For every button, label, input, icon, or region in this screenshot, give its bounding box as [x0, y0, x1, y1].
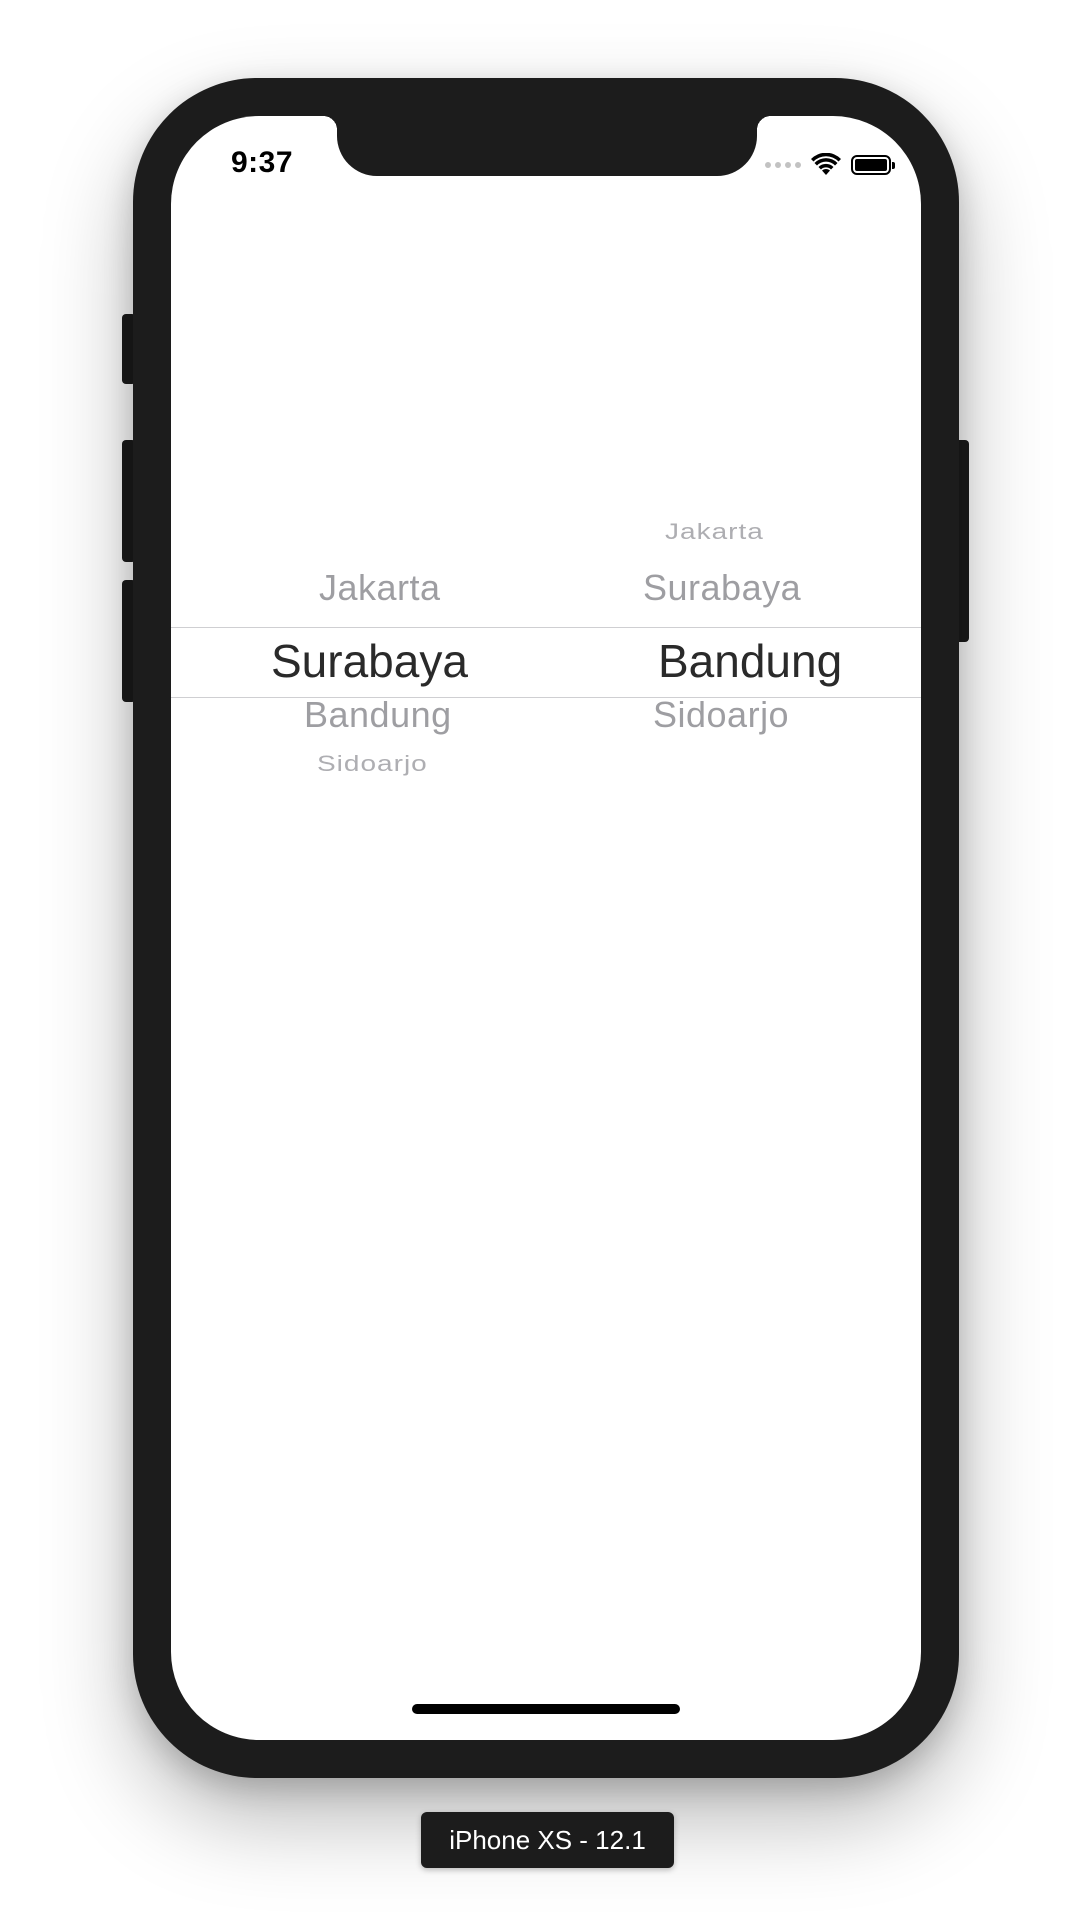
device-screen: 9:37 Jakarta Surabaya Bandung Sidoarjo J…	[171, 116, 921, 1740]
picker-row[interactable]: Surabaya	[643, 567, 801, 609]
city-picker[interactable]: Jakarta Surabaya Bandung Sidoarjo Jakart…	[171, 516, 921, 816]
cellular-signal-icon	[765, 162, 801, 168]
picker-row[interactable]: Jakarta	[319, 567, 441, 609]
picker-row-selected[interactable]: Bandung	[658, 634, 842, 688]
picker-row[interactable]: Sidoarjo	[653, 694, 789, 736]
home-indicator[interactable]	[412, 1704, 680, 1714]
picker-row[interactable]: Sidoarjo	[317, 751, 428, 777]
picker-row[interactable]: Bandung	[304, 694, 452, 736]
notch	[323, 116, 771, 176]
picker-row[interactable]: Jakarta	[665, 519, 764, 545]
picker-column-left[interactable]: Jakarta Surabaya Bandung Sidoarjo	[171, 516, 546, 816]
picker-row-selected[interactable]: Surabaya	[271, 634, 468, 688]
battery-icon	[851, 155, 895, 175]
picker-column-right[interactable]: Jakarta Surabaya Bandung Sidoarjo	[546, 516, 921, 816]
status-icons	[765, 152, 895, 178]
status-time: 9:37	[231, 146, 294, 179]
wifi-icon	[811, 153, 841, 177]
simulator-stage: 9:37 Jakarta Surabaya Bandung Sidoarjo J…	[0, 0, 1090, 1928]
simulator-device-label: iPhone XS - 12.1	[421, 1812, 674, 1868]
